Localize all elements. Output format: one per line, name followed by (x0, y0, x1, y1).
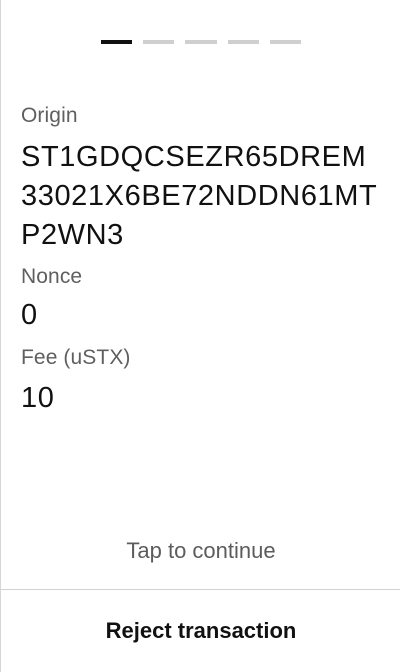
origin-label: Origin (21, 104, 78, 127)
progress-step-1-active (101, 40, 133, 44)
progress-step-4 (227, 40, 259, 44)
tap-to-continue-hint[interactable]: Tap to continue (1, 537, 400, 565)
transaction-details: Origin ST1GDQCSEZR65DREM33021X6BE72NDDN6… (21, 102, 381, 418)
fee-value: 10 (21, 382, 55, 414)
fee-label: Fee (uSTX) (21, 346, 131, 369)
progress-step-5 (269, 40, 302, 44)
progress-stepper (101, 40, 302, 44)
nonce-value: 0 (21, 299, 38, 331)
nonce-label: Nonce (21, 265, 83, 288)
progress-step-2 (143, 40, 175, 44)
reject-transaction-button[interactable]: Reject transaction (1, 590, 400, 672)
transaction-screen[interactable]: Origin ST1GDQCSEZR65DREM33021X6BE72NDDN6… (0, 0, 400, 672)
origin-value: ST1GDQCSEZR65DREM33021X6BE72NDDN61MTP2WN… (21, 141, 378, 251)
progress-step-3 (185, 40, 217, 44)
